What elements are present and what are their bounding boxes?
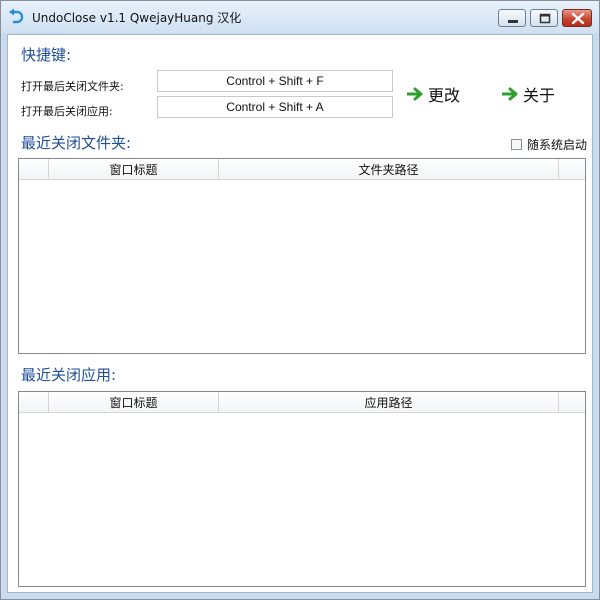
change-button[interactable]: 更改 (407, 82, 460, 106)
recent-folders-title: 最近关闭文件夹: (21, 134, 132, 152)
app-hotkey-label: 打开最后关闭应用: (21, 105, 113, 118)
folder-hotkey-label: 打开最后关闭文件夹: (21, 80, 124, 93)
list-header: 窗口标题 应用路径 (19, 392, 585, 413)
recent-folders-list[interactable]: 窗口标题 文件夹路径 (18, 158, 586, 354)
app-window: UndoClose v1.1 QwejayHuang 汉化 快捷键: 打开最后关… (0, 0, 600, 600)
startup-label: 随系统启动 (527, 138, 588, 152)
column-header-window-title[interactable]: 窗口标题 (49, 159, 219, 179)
column-header-blank[interactable] (19, 159, 49, 179)
list-header: 窗口标题 文件夹路径 (19, 159, 585, 180)
minimize-icon (508, 20, 518, 23)
checkbox-box[interactable] (511, 139, 522, 150)
recent-apps-list[interactable]: 窗口标题 应用路径 (18, 391, 586, 587)
startup-checkbox[interactable]: 随系统启动 (511, 136, 587, 153)
maximize-icon (539, 13, 551, 24)
column-header-folder-path[interactable]: 文件夹路径 (219, 159, 559, 179)
close-button[interactable] (562, 9, 592, 27)
column-header-app-path[interactable]: 应用路径 (219, 392, 559, 412)
column-header-blank[interactable] (19, 392, 49, 412)
undo-arrow-icon (9, 8, 24, 24)
close-icon (571, 12, 585, 25)
column-header-filler (559, 392, 585, 412)
green-arrow-icon (502, 87, 518, 101)
about-button-label: 关于 (523, 86, 556, 105)
app-hotkey-field[interactable]: Control + Shift + A (157, 96, 393, 118)
folder-hotkey-field[interactable]: Control + Shift + F (157, 70, 393, 92)
about-button[interactable]: 关于 (502, 82, 555, 106)
change-button-label: 更改 (428, 86, 461, 105)
column-header-window-title[interactable]: 窗口标题 (49, 392, 219, 412)
minimize-button[interactable] (498, 9, 526, 27)
maximize-button[interactable] (530, 9, 558, 27)
window-title: UndoClose v1.1 QwejayHuang 汉化 (32, 11, 242, 25)
client-area: 快捷键: 打开最后关闭文件夹: Control + Shift + F 打开最后… (7, 34, 593, 593)
green-arrow-icon (407, 87, 423, 101)
column-header-filler (559, 159, 585, 179)
recent-apps-title: 最近关闭应用: (21, 366, 117, 384)
hotkeys-section-title: 快捷键: (21, 46, 72, 64)
title-bar[interactable]: UndoClose v1.1 QwejayHuang 汉化 (1, 1, 599, 33)
